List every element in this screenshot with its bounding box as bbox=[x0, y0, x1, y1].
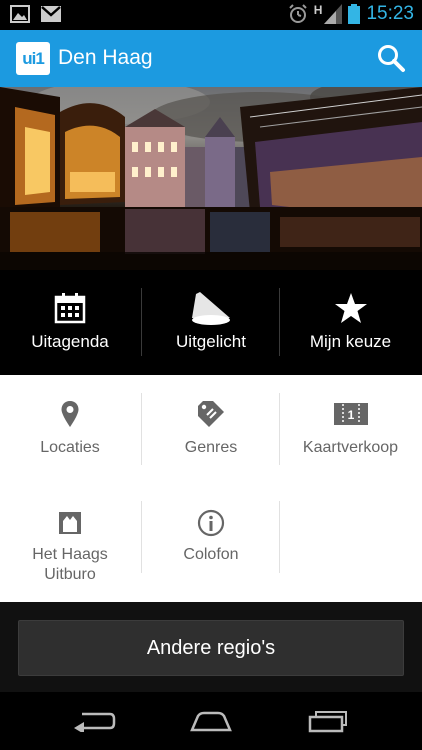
secondary-grid: Locaties Genres 1 Kaartverkoop Het Haags… bbox=[0, 375, 422, 602]
app-logo[interactable]: ui1 bbox=[16, 42, 50, 75]
grid-item-genres[interactable]: Genres bbox=[141, 375, 281, 483]
grid-item-het-haags-uitburo-label-line2: Uitburo bbox=[44, 566, 96, 583]
spotlight-icon bbox=[192, 292, 230, 325]
page-title: Den Haag bbox=[58, 46, 153, 69]
grid-item-het-haags-uitburo[interactable]: Het Haags Uitburo bbox=[0, 493, 140, 598]
system-nav-bar bbox=[0, 692, 422, 750]
calendar-icon bbox=[54, 293, 86, 324]
back-icon bbox=[74, 712, 116, 732]
signal-icon bbox=[324, 4, 343, 24]
bottom-area: Andere regio's bbox=[0, 602, 422, 692]
battery-icon bbox=[348, 4, 361, 24]
grid-item-colofon[interactable]: Colofon bbox=[141, 493, 281, 598]
clock: 15:23 bbox=[366, 3, 414, 24]
divider bbox=[279, 501, 280, 573]
nav-uitagenda-label: Uitagenda bbox=[31, 332, 109, 351]
andere-regios-button[interactable]: Andere regio's bbox=[18, 620, 404, 676]
grid-item-het-haags-uitburo-label-line1: Het Haags bbox=[32, 546, 108, 563]
recent-apps-icon bbox=[308, 711, 347, 733]
image-notification-icon bbox=[10, 5, 30, 23]
home-button[interactable] bbox=[181, 706, 241, 736]
status-bar: H 15:23 bbox=[0, 0, 422, 30]
grid-item-locaties-label: Locaties bbox=[40, 439, 100, 456]
grid-item-kaartverkoop[interactable]: 1 Kaartverkoop bbox=[279, 375, 422, 483]
grid-item-colofon-label: Colofon bbox=[183, 546, 239, 563]
app-bar: ui1 Den Haag bbox=[0, 30, 422, 87]
nav-mijn-keuze[interactable]: Mijn keuze bbox=[279, 270, 422, 375]
location-pin-icon bbox=[61, 401, 79, 427]
back-button[interactable] bbox=[64, 706, 124, 736]
star-icon bbox=[334, 293, 367, 323]
search-icon[interactable] bbox=[376, 43, 406, 73]
nav-uitgelicht-label: Uitgelicht bbox=[176, 332, 246, 351]
store-icon bbox=[59, 512, 81, 534]
info-icon bbox=[197, 509, 225, 537]
network-type-label: H bbox=[313, 3, 323, 17]
home-icon bbox=[190, 711, 232, 732]
app-logo-text: ui1 bbox=[22, 48, 45, 68]
hero-image bbox=[0, 87, 422, 270]
grid-item-kaartverkoop-label: Kaartverkoop bbox=[302, 439, 399, 456]
grid-item-het-haags-uitburo-label: Het Haags Uitburo bbox=[0, 545, 140, 585]
nav-mijn-keuze-label: Mijn keuze bbox=[309, 332, 392, 351]
recent-apps-button[interactable] bbox=[298, 706, 358, 736]
alarm-icon bbox=[289, 4, 307, 23]
grid-item-locaties[interactable]: Locaties bbox=[0, 375, 140, 483]
ticket-icon: 1 bbox=[333, 403, 368, 425]
grid-item-genres-label: Genres bbox=[184, 439, 238, 456]
tag-icon bbox=[198, 401, 224, 427]
gmail-notification-icon bbox=[41, 6, 61, 22]
main-nav: Uitagenda Uitgelicht Mijn keuze bbox=[0, 270, 422, 375]
nav-uitgelicht[interactable]: Uitgelicht bbox=[141, 270, 281, 375]
nav-uitagenda[interactable]: Uitagenda bbox=[0, 270, 140, 375]
svg-text:1: 1 bbox=[347, 408, 354, 422]
